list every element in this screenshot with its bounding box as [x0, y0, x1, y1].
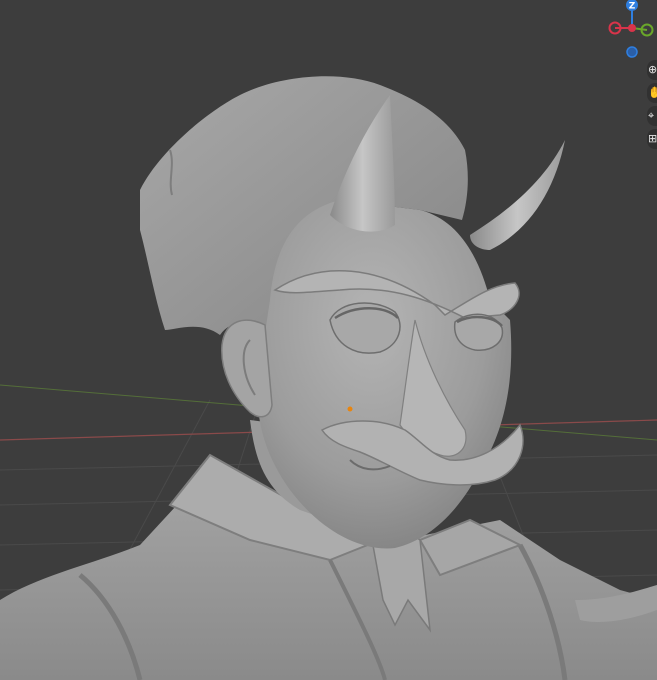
ear	[221, 319, 273, 418]
camera-view-icon[interactable]: ⌖	[647, 106, 657, 126]
neg-z-axis-handle[interactable]	[626, 46, 638, 58]
z-axis-label: Z	[629, 2, 636, 12]
navigation-gizmo[interactable]: Z	[597, 0, 657, 62]
head[interactable]	[257, 200, 512, 549]
grid-view-icon[interactable]: ⊞	[647, 129, 657, 149]
zoom-icon[interactable]: ⊕	[647, 60, 657, 80]
pan-hand-icon[interactable]: ✋	[647, 83, 657, 103]
center-handle	[628, 24, 636, 32]
3d-viewport[interactable]	[0, 0, 657, 680]
object-origin-point[interactable]	[347, 406, 353, 412]
right-horn	[470, 140, 565, 250]
viewport-nav-tools: ⊕ ✋ ⌖ ⊞	[647, 60, 657, 152]
